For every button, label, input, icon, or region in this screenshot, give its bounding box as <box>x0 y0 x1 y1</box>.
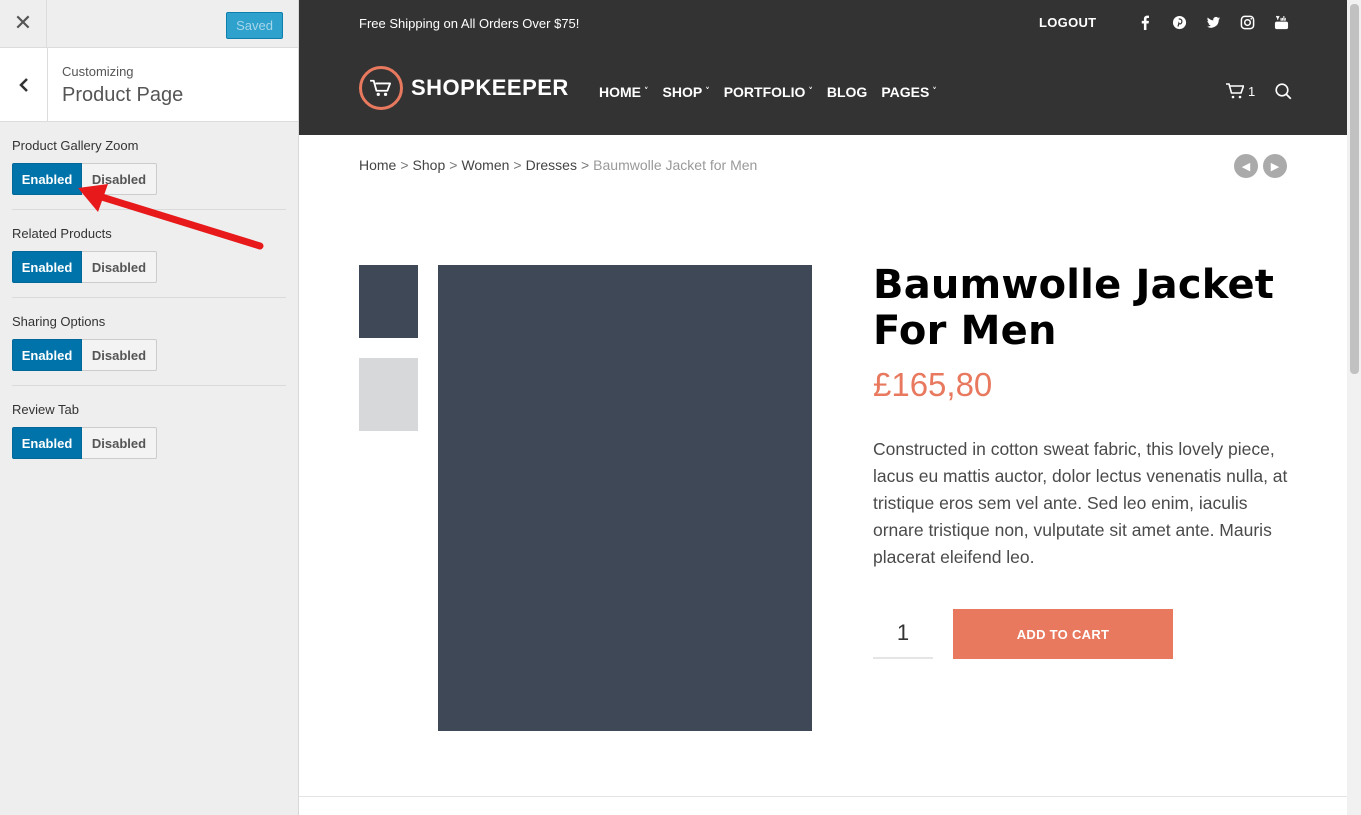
product-description: Constructed in cotton sweat fabric, this… <box>873 439 1288 567</box>
close-icon: ✕ <box>13 11 33 36</box>
twitter-icon[interactable] <box>1205 14 1221 30</box>
breadcrumb-link[interactable]: Women <box>461 157 509 173</box>
nav-item-blog[interactable]: BLOG <box>827 84 867 100</box>
product-pager: ◀ ▶ <box>1234 154 1287 178</box>
nav-item-pages[interactable]: PAGES ˅ <box>881 84 936 100</box>
previous-product-button[interactable]: ◀ <box>1234 154 1258 178</box>
add-to-cart-button[interactable]: ADD TO CART <box>953 609 1173 659</box>
search-button[interactable] <box>1275 83 1292 105</box>
breadcrumb-link[interactable]: Home <box>359 157 396 173</box>
cart-count: 1 <box>1248 83 1256 99</box>
instagram-icon[interactable] <box>1239 14 1255 30</box>
chevron-right-icon: ▶ <box>1270 159 1280 173</box>
chevron-left-icon <box>18 77 28 92</box>
social-links <box>1137 14 1289 30</box>
enabled-button[interactable]: Enabled <box>12 251 82 283</box>
breadcrumb-link[interactable]: Dresses <box>526 157 577 173</box>
site-preview: Free Shipping on All Orders Over $75! LO… <box>299 0 1347 815</box>
site-logo[interactable]: SHOPKEEPER <box>359 66 569 110</box>
chevron-left-icon: ◀ <box>1241 159 1251 173</box>
customizing-label: Customizing <box>62 64 134 79</box>
close-customizer-button[interactable]: ✕ <box>0 0 47 47</box>
youtube-icon[interactable] <box>1273 14 1289 30</box>
breadcrumb-separator: > <box>400 157 409 173</box>
cart-icon <box>1226 83 1244 99</box>
search-icon <box>1275 83 1292 100</box>
chevron-down-icon: ˅ <box>808 87 813 97</box>
enabled-button[interactable]: Enabled <box>12 339 82 371</box>
back-button[interactable] <box>0 48 48 121</box>
product-main-image[interactable] <box>438 265 812 731</box>
next-product-button[interactable]: ▶ <box>1263 154 1287 178</box>
product-title: Baumwolle Jacket For Men <box>873 262 1275 354</box>
logout-link[interactable]: LOGOUT <box>1039 15 1096 30</box>
breadcrumb: Home > Shop > Women > Dresses > Baumwoll… <box>359 157 757 173</box>
section-title: Product Page <box>62 84 184 106</box>
settings-list: Product Gallery Zoom Enabled Disabled Re… <box>0 122 298 474</box>
nav-item-home[interactable]: HOME ˅ <box>599 84 649 100</box>
site-header: Free Shipping on All Orders Over $75! LO… <box>299 0 1347 135</box>
setting-related-products: Related Products Enabled Disabled <box>12 210 286 298</box>
scrollbar-thumb[interactable] <box>1350 4 1359 374</box>
setting-label: Sharing Options <box>12 314 106 329</box>
nav-item-shop[interactable]: SHOP ˅ <box>663 84 710 100</box>
logo-text: SHOPKEEPER <box>411 75 569 100</box>
disabled-button[interactable]: Disabled <box>82 251 157 283</box>
chevron-down-icon: ˅ <box>932 87 937 97</box>
setting-label: Review Tab <box>12 402 79 417</box>
pinterest-icon[interactable] <box>1171 14 1187 30</box>
chevron-down-icon: ˅ <box>705 87 710 97</box>
main-nav: HOME ˅ SHOP ˅ PORTFOLIO ˅ BLOG PAGES ˅ <box>599 84 937 100</box>
cart-button[interactable]: 1 <box>1226 83 1255 99</box>
disabled-button[interactable]: Disabled <box>82 427 157 459</box>
topbar-promo-text: Free Shipping on All Orders Over $75! <box>359 16 580 31</box>
section-header: Customizing Product Page <box>0 48 298 122</box>
saved-button[interactable]: Saved <box>226 12 283 39</box>
facebook-icon[interactable] <box>1137 14 1153 30</box>
breadcrumb-separator: > <box>580 157 590 173</box>
setting-label: Related Products <box>12 226 112 241</box>
enabled-button[interactable]: Enabled <box>12 427 82 459</box>
enabled-disabled-toggle: Enabled Disabled <box>12 251 157 283</box>
enabled-disabled-toggle: Enabled Disabled <box>12 427 157 459</box>
breadcrumb-separator: > <box>513 157 522 173</box>
gallery-thumbnail[interactable] <box>359 265 418 338</box>
customizer-panel: ✕ Saved Customizing Product Page Product… <box>0 0 299 815</box>
product-price: £165,80 <box>873 366 993 403</box>
disabled-button[interactable]: Disabled <box>82 339 157 371</box>
breadcrumb-separator: > <box>449 157 458 173</box>
section-divider <box>299 796 1347 797</box>
disabled-button[interactable]: Disabled <box>82 163 157 195</box>
setting-product-gallery-zoom: Product Gallery Zoom Enabled Disabled <box>12 122 286 210</box>
gallery-thumbnail[interactable] <box>359 358 418 431</box>
quantity-input[interactable] <box>873 609 933 659</box>
breadcrumb-current: Baumwolle Jacket for Men <box>593 157 758 173</box>
setting-label: Product Gallery Zoom <box>12 138 139 153</box>
scrollbar[interactable] <box>1347 0 1361 815</box>
enabled-disabled-toggle: Enabled Disabled <box>12 163 157 195</box>
breadcrumb-link[interactable]: Shop <box>413 157 446 173</box>
nav-item-portfolio[interactable]: PORTFOLIO ˅ <box>724 84 813 100</box>
customizer-header: ✕ Saved <box>0 0 298 48</box>
cart-logo-icon <box>359 66 403 110</box>
setting-review-tab: Review Tab Enabled Disabled <box>12 386 286 474</box>
enabled-disabled-toggle: Enabled Disabled <box>12 339 157 371</box>
chevron-down-icon: ˅ <box>644 87 649 97</box>
enabled-button[interactable]: Enabled <box>12 163 82 195</box>
setting-sharing-options: Sharing Options Enabled Disabled <box>12 298 286 386</box>
